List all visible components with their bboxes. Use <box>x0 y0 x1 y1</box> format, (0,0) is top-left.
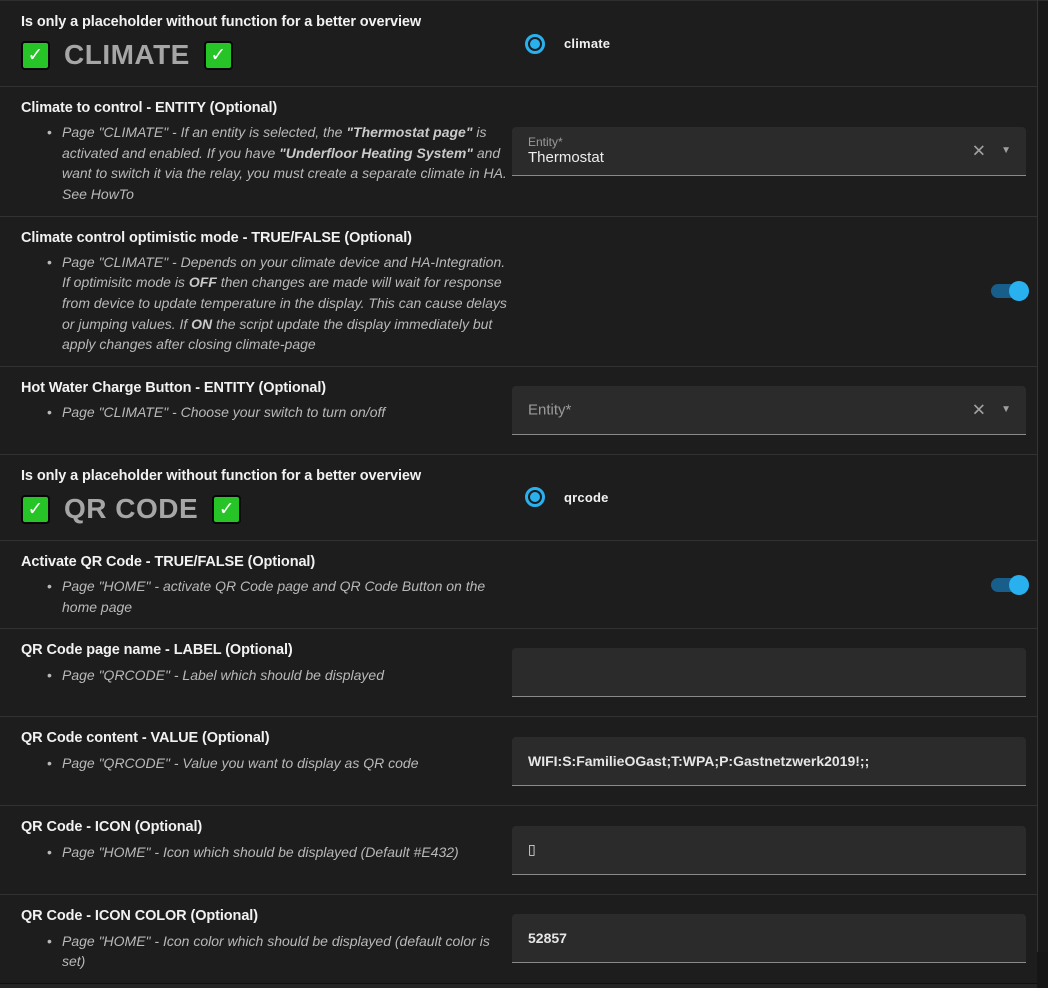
right-gutter <box>1037 0 1048 952</box>
toggle-thumb <box>1009 281 1029 301</box>
entity-select-value: Thermostat <box>528 149 604 166</box>
row-qr-header: Is only a placeholder without function f… <box>0 454 1037 540</box>
clear-icon[interactable]: ✕ <box>972 142 986 159</box>
clear-icon[interactable]: ✕ <box>972 401 986 418</box>
green-check-icon: ✓ <box>21 495 50 524</box>
row-title: QR Code - ICON COLOR (Optional) <box>21 906 512 926</box>
row-climate-entity: Climate to control - ENTITY (Optional) P… <box>0 86 1037 216</box>
row-title: Activate QR Code - TRUE/FALSE (Optional) <box>21 552 512 572</box>
entity-select[interactable]: Entity* Thermostat ✕ ▼ <box>512 127 1026 176</box>
row-title: QR Code content - VALUE (Optional) <box>21 728 512 748</box>
entity-select-label: Entity* <box>528 135 563 149</box>
radio-label: climate <box>564 36 610 51</box>
chevron-down-icon[interactable]: ▼ <box>1001 146 1011 156</box>
row-title: Is only a placeholder without function f… <box>21 12 512 32</box>
climate-heading: ✓ CLIMATE ✓ <box>21 39 512 71</box>
qr-page-name-input[interactable] <box>512 648 1026 697</box>
qr-heading: ✓ QR CODE ✓ <box>21 493 512 525</box>
row-title: Climate to control - ENTITY (Optional) <box>21 98 512 118</box>
qrcode-radio[interactable] <box>525 487 545 507</box>
qr-icon-color-input[interactable] <box>512 914 1026 963</box>
row-qr-content: QR Code content - VALUE (Optional) Page … <box>0 716 1037 805</box>
row-hot-water: Hot Water Charge Button - ENTITY (Option… <box>0 366 1037 454</box>
row-description: Page "HOME" - activate QR Code page and … <box>62 576 512 617</box>
row-title: QR Code page name - LABEL (Optional) <box>21 640 512 660</box>
row-description: Page "CLIMATE" - If an entity is selecte… <box>62 122 512 204</box>
row-optimistic-mode: Climate control optimistic mode - TRUE/F… <box>0 216 1037 366</box>
green-check-icon: ✓ <box>21 41 50 70</box>
section-heading: QR CODE <box>64 493 198 525</box>
row-description: Page "CLIMATE" - Depends on your climate… <box>62 252 512 355</box>
row-qr-icon: QR Code - ICON (Optional) Page "HOME" - … <box>0 805 1037 894</box>
row-description: Page "HOME" - Icon color which should be… <box>62 931 512 972</box>
row-description: Page "HOME" - Icon which should be displ… <box>62 842 512 863</box>
chevron-down-icon[interactable]: ▼ <box>1001 405 1011 415</box>
optimistic-mode-toggle[interactable] <box>991 284 1026 298</box>
climate-radio[interactable] <box>525 34 545 54</box>
row-qr-icon-color: QR Code - ICON COLOR (Optional) Page "HO… <box>0 894 1037 982</box>
qr-content-input[interactable] <box>512 737 1026 786</box>
entity-select-label: Entity* <box>528 401 571 418</box>
row-activate-qr: Activate QR Code - TRUE/FALSE (Optional)… <box>0 540 1037 628</box>
row-title: Is only a placeholder without function f… <box>21 466 512 486</box>
green-check-icon: ✓ <box>212 495 241 524</box>
activate-qr-toggle[interactable] <box>991 578 1026 592</box>
row-qr-page-name: QR Code page name - LABEL (Optional) Pag… <box>0 628 1037 716</box>
green-check-icon: ✓ <box>204 41 233 70</box>
section-heading: CLIMATE <box>64 39 190 71</box>
row-description: Page "QRCODE" - Value you want to displa… <box>62 753 512 774</box>
toggle-thumb <box>1009 575 1029 595</box>
row-title: Hot Water Charge Button - ENTITY (Option… <box>21 378 512 398</box>
row-climate-header: Is only a placeholder without function f… <box>0 1 1037 86</box>
blueprint-config-panel: Is only a placeholder without function f… <box>0 0 1037 952</box>
next-row-edge <box>0 983 1037 988</box>
radio-label: qrcode <box>564 490 609 505</box>
row-description: Page "QRCODE" - Label which should be di… <box>62 665 512 686</box>
row-title: Climate control optimistic mode - TRUE/F… <box>21 228 512 248</box>
qr-icon-input[interactable] <box>512 826 1026 875</box>
row-title: QR Code - ICON (Optional) <box>21 817 512 837</box>
row-description: Page "CLIMATE" - Choose your switch to t… <box>62 402 512 423</box>
entity-select[interactable]: Entity* ✕ ▼ <box>512 386 1026 435</box>
